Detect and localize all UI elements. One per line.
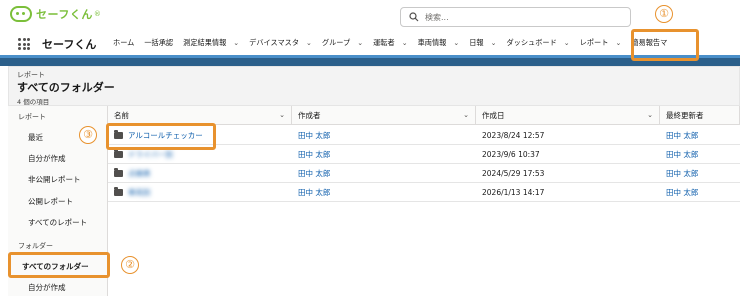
table-row: 車両別 田中 太郎 2026/1/13 14:17 田中 太郎 [108, 183, 740, 202]
nav-tab-label: ホーム [113, 37, 135, 47]
nav-tab-2[interactable]: 測定結果情報 ⌄ [178, 38, 244, 48]
chevron-down-icon[interactable]: ⌄ [357, 39, 363, 47]
sidebar-item-all-reports[interactable]: すべてのレポート [28, 217, 87, 228]
search-icon [409, 12, 419, 22]
sidebar-item-private-reports[interactable]: 非公開レポート [28, 174, 81, 185]
folder-name-link[interactable]: 車両別 [128, 183, 151, 202]
search-placeholder: 検索... [425, 12, 449, 22]
nav-tab-8[interactable]: ダッシュボード ⌄ [501, 38, 574, 48]
item-count: 4 個の項目 [17, 98, 50, 106]
callout-number-2: ② [121, 256, 139, 274]
nav-tab-label: 運転者 [373, 37, 395, 47]
chevron-down-icon[interactable]: ⌄ [647, 106, 653, 125]
app-nav-bar: セーフくん ホーム 一括承認 測定結果情報 ⌄ デバイスマスタ ⌄ グループ ⌄ 運転者 ⌄ 車両情… [0, 30, 740, 58]
nav-tab-label: 車両情報 [417, 37, 447, 47]
callout-number-3: ③ [79, 126, 97, 144]
global-search-input[interactable]: 検索... [400, 7, 631, 27]
chevron-down-icon[interactable]: ⌄ [463, 106, 469, 125]
sidebar-item-folders-created-by-me[interactable]: 自分が作成 [28, 282, 66, 293]
brand-name: セーフくん [36, 8, 93, 21]
nav-tab-9[interactable]: レポート ⌄ [575, 38, 627, 48]
app-header: セーフくん ® 検索... [0, 0, 740, 30]
nav-tab-label: デバイスマスタ [249, 37, 300, 47]
chevron-down-icon[interactable]: ⌄ [402, 39, 408, 47]
chevron-down-icon[interactable]: ⌄ [615, 39, 621, 47]
folder-icon [114, 187, 123, 196]
chevron-down-icon[interactable]: ⌄ [453, 39, 459, 47]
nav-tab-label: レポート [579, 37, 609, 47]
folder-icon [114, 168, 123, 177]
modifier-link[interactable]: 田中 太郎 [666, 164, 698, 183]
nav-tab-4[interactable]: グループ ⌄ [317, 38, 368, 48]
callout-box-all-folders [8, 252, 110, 278]
chevron-down-icon[interactable]: ⌄ [306, 39, 312, 47]
chevron-down-icon[interactable]: ⌄ [279, 106, 285, 125]
logo-icon [10, 6, 32, 22]
page-title: すべてのフォルダー [17, 81, 115, 94]
page-header: レポート すべてのフォルダー 4 個の項目 [8, 66, 740, 106]
table-row: 点検表 田中 太郎 2024/5/29 17:53 田中 太郎 [108, 164, 740, 183]
nav-tab-label: 一括承認 [144, 37, 174, 47]
brand-logo[interactable]: セーフくん ® [10, 6, 101, 22]
nav-tab-3[interactable]: デバイスマスタ ⌄ [244, 38, 317, 48]
nav-tab-label: 測定結果情報 [183, 37, 227, 47]
column-header-last-modified-by[interactable]: 最終更新者 [660, 106, 740, 125]
creator-link[interactable]: 田中 太郎 [298, 183, 330, 202]
nav-tab-6[interactable]: 車両情報 ⌄ [413, 38, 465, 48]
nav-tab-label: ダッシュボード [506, 37, 557, 47]
created-date: 2023/9/6 10:37 [482, 150, 540, 159]
nav-tab-0[interactable]: ホーム [108, 38, 139, 48]
nav-tab-label: グループ [321, 37, 351, 47]
column-header-creator[interactable]: 作成者 ⌄ [292, 106, 476, 125]
creator-link[interactable]: 田中 太郎 [298, 126, 330, 145]
nav-tab-7[interactable]: 日報 ⌄ [464, 38, 501, 48]
sidebar-item-created-by-me[interactable]: 自分が作成 [28, 153, 66, 164]
app-launcher-icon[interactable] [18, 38, 30, 50]
nav-tab-5[interactable]: 運転者 ⌄ [368, 38, 412, 48]
created-date: 2023/8/24 12:57 [482, 131, 545, 140]
nav-items: ホーム 一括承認 測定結果情報 ⌄ デバイスマスタ ⌄ グループ ⌄ 運転者 ⌄ 車両情報 ⌄ 日報 ⌄ ダ… [108, 30, 672, 55]
callout-box-alcohol-checker [106, 123, 216, 150]
modifier-link[interactable]: 田中 太郎 [666, 183, 698, 202]
created-date: 2024/5/29 17:53 [482, 169, 545, 178]
modifier-link[interactable]: 田中 太郎 [666, 145, 698, 164]
sidebar-item-recent[interactable]: 最近 [28, 132, 43, 143]
created-date: 2026/1/13 14:17 [482, 188, 545, 197]
folder-icon [114, 149, 123, 158]
modifier-link[interactable]: 田中 太郎 [666, 126, 698, 145]
callout-box-reports-tab [631, 29, 699, 61]
sidebar-section-folders: フォルダー [18, 242, 53, 250]
nav-tab-1[interactable]: 一括承認 [139, 38, 178, 48]
app-name: セーフくん [42, 38, 97, 51]
folder-name-link[interactable]: 点検表 [128, 164, 151, 183]
column-header-created-date[interactable]: 作成日 ⌄ [476, 106, 660, 125]
sidebar-item-public-reports[interactable]: 公開レポート [28, 196, 73, 207]
chevron-down-icon[interactable]: ⌄ [233, 39, 239, 47]
nav-tab-label: 日報 [469, 37, 484, 47]
callout-number-1: ① [655, 5, 673, 23]
creator-link[interactable]: 田中 太郎 [298, 164, 330, 183]
chevron-down-icon[interactable]: ⌄ [564, 39, 570, 47]
chevron-down-icon[interactable]: ⌄ [491, 39, 497, 47]
sidebar-section-reports: レポート [18, 113, 46, 121]
brand-registered-mark: ® [93, 10, 101, 18]
creator-link[interactable]: 田中 太郎 [298, 145, 330, 164]
header-band [0, 58, 740, 66]
